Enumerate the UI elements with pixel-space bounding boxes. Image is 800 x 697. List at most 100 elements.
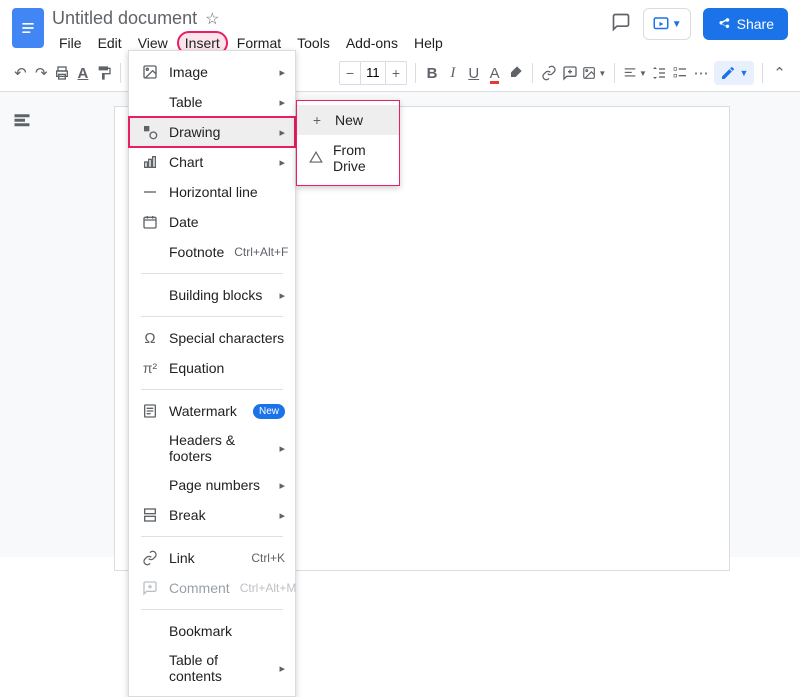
separator <box>141 609 283 610</box>
submenu-arrow-icon: ▸ <box>279 126 285 139</box>
add-comment-button[interactable] <box>561 61 578 85</box>
separator <box>141 316 283 317</box>
menu-help[interactable]: Help <box>407 31 450 55</box>
app-header: Untitled document ☆ File Edit View Inser… <box>0 0 800 55</box>
bookmark-label: Bookmark <box>169 623 285 639</box>
image-icon <box>141 63 159 81</box>
insert-toc[interactable]: Table of contents ▸ <box>129 646 295 690</box>
align-button[interactable]: ▼ <box>623 61 647 85</box>
insert-building-blocks[interactable]: Building blocks ▸ <box>129 280 295 310</box>
drive-icon <box>309 150 323 166</box>
separator <box>141 273 283 274</box>
collapse-toolbar-button[interactable]: ⌃ <box>771 61 788 85</box>
undo-button[interactable]: ↶ <box>12 61 29 85</box>
redo-button[interactable]: ↷ <box>33 61 50 85</box>
menu-file[interactable]: File <box>52 31 89 55</box>
insert-equation[interactable]: π² Equation <box>129 353 295 383</box>
building-blocks-label: Building blocks <box>169 287 269 303</box>
separator <box>614 63 615 83</box>
text-color-button[interactable]: A <box>486 61 503 85</box>
insert-chart[interactable]: Chart ▸ <box>129 147 295 177</box>
workspace <box>0 92 800 557</box>
insert-image-button[interactable]: ▼ <box>582 61 606 85</box>
plus-icon: + <box>309 112 325 128</box>
submenu-arrow-icon: ▸ <box>279 662 285 675</box>
drawing-new-label: New <box>335 112 363 128</box>
insert-break[interactable]: Break ▸ <box>129 500 295 530</box>
menu-addons[interactable]: Add-ons <box>339 31 405 55</box>
menu-tools[interactable]: Tools <box>290 31 337 55</box>
watermark-label: Watermark <box>169 403 243 419</box>
equation-label: Equation <box>169 360 285 376</box>
highlight-button[interactable] <box>507 61 524 85</box>
font-size-increase[interactable]: + <box>386 62 406 84</box>
header-right: ▼ Share <box>611 8 788 40</box>
insert-hrule[interactable]: Horizontal line <box>129 177 295 207</box>
comment-icon <box>141 579 159 597</box>
link-shortcut: Ctrl+K <box>251 551 285 565</box>
insert-bookmark[interactable]: Bookmark <box>129 616 295 646</box>
share-label: Share <box>737 16 774 32</box>
toc-label: Table of contents <box>169 652 269 684</box>
insert-date-label: Date <box>169 214 285 230</box>
docs-logo[interactable] <box>12 8 44 48</box>
separator <box>141 389 283 390</box>
submenu-arrow-icon: ▸ <box>279 156 285 169</box>
new-badge: New <box>253 404 285 419</box>
document-title[interactable]: Untitled document <box>52 8 197 29</box>
drawing-new[interactable]: + New <box>297 105 399 135</box>
insert-link-button[interactable] <box>541 61 558 85</box>
separator <box>120 63 121 83</box>
insert-drawing[interactable]: Drawing ▸ <box>129 117 295 147</box>
editing-mode-button[interactable]: ▼ <box>714 61 755 85</box>
separator <box>762 63 763 83</box>
comment-label: Comment <box>169 580 230 596</box>
insert-dropdown: Image ▸ Table ▸ Drawing ▸ Chart ▸ Horizo… <box>128 50 296 697</box>
print-button[interactable] <box>54 61 71 85</box>
page-numbers-label: Page numbers <box>169 477 269 493</box>
more-button[interactable]: ⋯ <box>693 61 710 85</box>
insert-watermark[interactable]: Watermark New <box>129 396 295 426</box>
insert-headers-footers[interactable]: Headers & footers ▸ <box>129 426 295 470</box>
italic-button[interactable]: I <box>444 61 461 85</box>
separator <box>141 536 283 537</box>
insert-page-numbers[interactable]: Page numbers ▸ <box>129 470 295 500</box>
underline-button[interactable]: U <box>465 61 482 85</box>
comments-history-icon[interactable] <box>611 12 631 37</box>
outline-icon[interactable] <box>13 112 31 557</box>
submenu-arrow-icon: ▸ <box>279 66 285 79</box>
insert-special-chars[interactable]: Ω Special characters <box>129 323 295 353</box>
submenu-arrow-icon: ▸ <box>279 509 285 522</box>
insert-date[interactable]: Date <box>129 207 295 237</box>
drawing-submenu: + New From Drive <box>296 100 400 186</box>
separator <box>415 63 416 83</box>
line-spacing-button[interactable] <box>651 61 668 85</box>
spacer <box>141 243 159 261</box>
insert-drawing-label: Drawing <box>169 124 269 140</box>
break-label: Break <box>169 507 269 523</box>
share-button[interactable]: Share <box>703 8 788 40</box>
paint-format-button[interactable] <box>95 61 112 85</box>
insert-link[interactable]: Link Ctrl+K <box>129 543 295 573</box>
font-size-decrease[interactable]: − <box>340 62 360 84</box>
star-icon[interactable]: ☆ <box>205 9 219 29</box>
checklist-button[interactable] <box>672 61 689 85</box>
font-size-value[interactable]: 11 <box>360 62 386 84</box>
toolbar: ↶ ↷ A − 11 + B I U A ▼ ▼ ⋯ ▼ ⌃ <box>0 55 800 92</box>
drawing-from-drive[interactable]: From Drive <box>297 135 399 181</box>
submenu-arrow-icon: ▸ <box>279 442 285 455</box>
title-area: Untitled document ☆ File Edit View Inser… <box>52 8 611 55</box>
insert-image[interactable]: Image ▸ <box>129 57 295 87</box>
insert-image-label: Image <box>169 64 269 80</box>
insert-table[interactable]: Table ▸ <box>129 87 295 117</box>
watermark-icon <box>141 402 159 420</box>
comment-shortcut: Ctrl+Alt+M <box>240 581 297 595</box>
submenu-arrow-icon: ▸ <box>279 289 285 302</box>
bold-button[interactable]: B <box>424 61 441 85</box>
menu-edit[interactable]: Edit <box>91 31 129 55</box>
present-button[interactable]: ▼ <box>643 8 691 40</box>
insert-footnote[interactable]: Footnote Ctrl+Alt+F <box>129 237 295 267</box>
footnote-shortcut: Ctrl+Alt+F <box>234 245 288 259</box>
spacer <box>141 93 159 111</box>
spellcheck-button[interactable]: A <box>75 61 92 85</box>
